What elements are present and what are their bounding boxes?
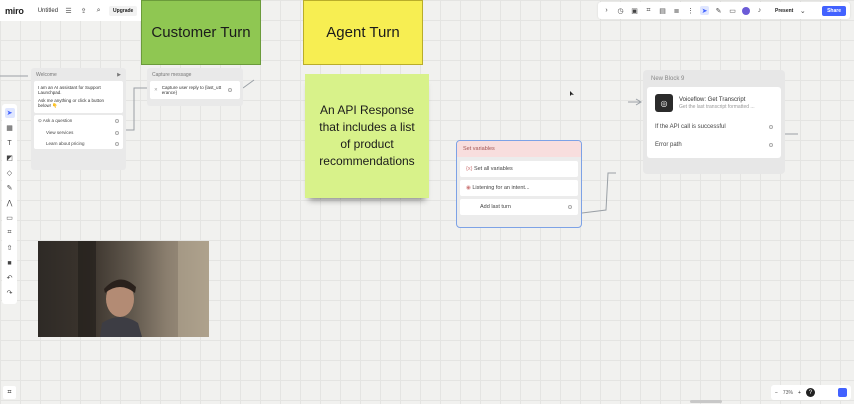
port-icon[interactable] [769,125,773,129]
upgrade-button[interactable]: Upgrade [109,5,138,16]
zoom-out-icon[interactable]: − [775,390,778,396]
webcam-video [38,241,209,337]
sticky-customer-turn[interactable]: Customer Turn [141,0,261,65]
welcome-message: I am an AI assistant for Support Launchp… [34,81,123,113]
capture-step: ✕ Capture user reply to {last_utt erance… [150,81,240,99]
list-icon[interactable]: ≣ [672,6,681,15]
more-icon[interactable]: ⋮ [686,6,695,15]
capture-block[interactable]: Capture message ✕ Capture user reply to … [147,68,243,106]
pen-icon[interactable]: ✎ [5,183,15,193]
list-item[interactable]: Learn about pricing [34,138,123,149]
comment-icon[interactable]: ▭ [728,6,737,15]
zoom-controls: − 73% + ? [771,385,851,400]
board-overview-icon[interactable]: ⌗ [3,386,16,399]
button-list: ⊙ Ask a question View services Learn abo… [34,115,123,149]
bell-icon[interactable]: ♪ [755,6,764,15]
port-icon[interactable] [115,141,119,146]
present-button[interactable]: Present [775,8,793,14]
list-item[interactable]: ⊙ Ask a question [34,115,123,127]
timer-icon[interactable]: ◷ [616,6,625,15]
block-title: New Block 9 [651,76,685,82]
block-title: Capture message [152,72,192,78]
reactions-icon[interactable]: ✎ [714,6,723,15]
zoom-in-icon[interactable]: + [798,390,801,396]
export-icon[interactable]: ⇪ [79,6,88,15]
webcam-person-image [78,241,209,337]
list-item[interactable]: Add last turn [460,199,578,215]
frame-tool-icon[interactable]: ⌗ [5,228,15,238]
left-toolbar: ➤ ▦ T ◩ ◇ ✎ ⋀ ▭ ⌗ ⇧ ■ ↶ ↷ [2,104,17,304]
undo-icon[interactable]: ↶ [5,273,15,283]
port-icon[interactable] [769,143,773,147]
chevron-right-icon[interactable]: › [602,6,611,15]
redo-icon[interactable]: ↷ [5,288,15,298]
templates-icon[interactable]: ▦ [5,123,15,133]
connector-lines [0,75,798,214]
list-item[interactable]: {x} Set all variables [460,161,578,177]
list-item[interactable]: ◉ Listening for an intent... [460,180,578,196]
welcome-block[interactable]: Welcome ▶ I am an AI assistant for Suppo… [31,68,126,170]
text-tool-icon[interactable]: T [5,138,15,148]
port-icon[interactable] [568,205,572,209]
block-title: Welcome ▶ [36,72,121,78]
capture-icon[interactable]: ⌗ [644,6,653,15]
shapes-icon[interactable]: ◇ [5,168,15,178]
share-button[interactable]: Share [822,5,846,16]
connection-line-icon[interactable]: ⋀ [5,198,15,208]
list-item[interactable]: If the API call is successful [651,118,777,136]
frames-icon[interactable]: ▣ [630,6,639,15]
voiceflow-step: ◎ Voiceflow: Get Transcript Get the last… [647,87,781,158]
top-right-toolbar: › ◷ ▣ ⌗ ▤ ≣ ⋮ ➤ ✎ ▭ ♪ Present ⌄ Share [598,2,850,19]
port-icon[interactable] [115,130,119,135]
voiceflow-icon: ◎ [655,94,673,112]
horizontal-scrollbar[interactable] [690,400,722,403]
board-title[interactable]: Untitled [38,8,58,14]
notes-icon[interactable]: ▤ [658,6,667,15]
chevron-down-icon[interactable]: ⌄ [798,6,807,15]
apps-icon[interactable]: ■ [5,258,15,268]
sticky-agent-turn[interactable]: Agent Turn [303,0,423,65]
upload-icon[interactable]: ⇧ [5,243,15,253]
help-icon[interactable]: ? [805,388,815,397]
avatar[interactable] [742,6,750,15]
block-title: Set variables [457,141,581,157]
play-icon[interactable]: ▶ [117,72,121,78]
menu-icon[interactable]: ☰ [64,6,73,15]
variable-icon: {x} [466,166,474,172]
top-left-bar: miro Untitled ☰ ⇪ ⌕ Upgrade [0,0,146,21]
port-icon[interactable] [227,88,232,92]
sticky-api-response[interactable]: An API Response that includes a list of … [305,74,429,198]
list-item[interactable]: Error path [651,136,777,154]
search-icon[interactable]: ⌕ [94,6,103,15]
zoom-level[interactable]: 73% [783,390,793,396]
collaboration-icon[interactable] [838,388,847,397]
select-icon[interactable]: ➤ [700,6,709,15]
close-icon: ✕ [154,87,158,92]
comment-tool-icon[interactable]: ▭ [5,213,15,223]
list-item[interactable]: View services [34,127,123,138]
set-variables-block[interactable]: Set variables {x} Set all variables ◉ Li… [456,140,582,228]
select-tool-icon[interactable]: ➤ [4,108,15,118]
sticky-note-icon[interactable]: ◩ [5,153,15,163]
mouse-cursor-icon [570,91,574,96]
miro-logo[interactable]: miro [5,6,24,16]
port-icon[interactable] [115,119,119,123]
new-block-9[interactable]: New Block 9 ◎ Voiceflow: Get Transcript … [643,70,785,174]
